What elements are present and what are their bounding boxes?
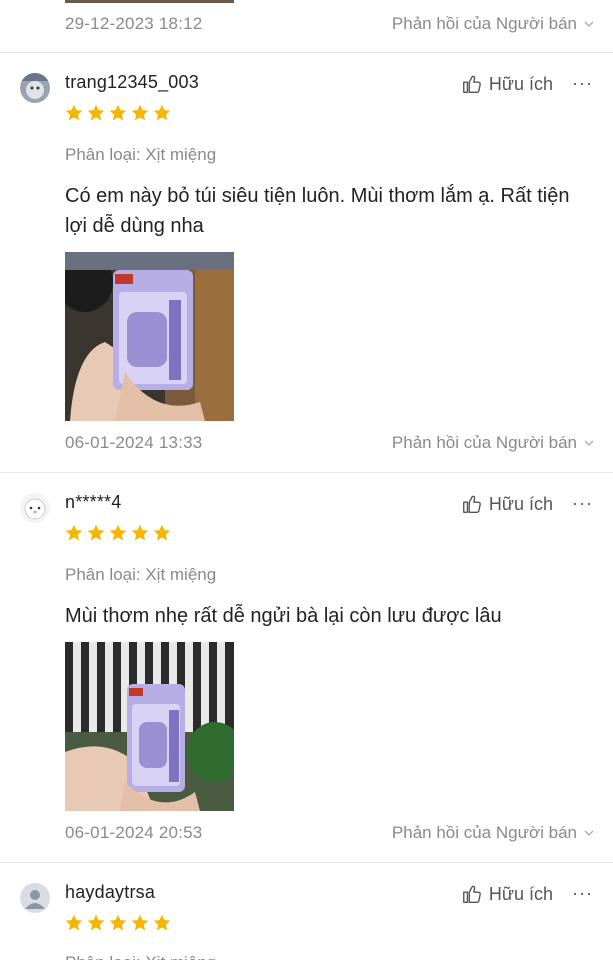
- star-icon: [153, 524, 171, 541]
- helpful-button[interactable]: Hữu ích: [461, 73, 553, 95]
- variant-label: Phân loại: Xịt miệng: [65, 953, 216, 960]
- seller-reply-label: Phản hồi của Người bán: [391, 14, 577, 33]
- seller-reply-label: Phản hồi của Người bán: [391, 433, 577, 452]
- avatar[interactable]: [20, 493, 50, 523]
- chevron-down-icon: [584, 830, 594, 836]
- review-item: haydaytrsa Hữu ích ··· Phân loại: Xịt mi…: [0, 863, 613, 960]
- previous-review-photo-edge: [65, 0, 234, 3]
- helpful-button[interactable]: Hữu ích: [461, 883, 553, 905]
- thumbs-up-icon: [462, 495, 481, 513]
- star-icon: [109, 914, 127, 931]
- helpful-label: Hữu ích: [488, 73, 553, 94]
- more-options-button[interactable]: ···: [572, 73, 593, 94]
- review-item: trang12345_003 Hữu ích ··· Phân loại: Xị…: [0, 53, 613, 473]
- review-date: 06-01-2024 13:33: [65, 433, 203, 452]
- star-rating: [64, 913, 172, 933]
- review-footer: 06-01-2024 13:33 Phản hồi của Người bán: [0, 429, 613, 459]
- star-icon: [153, 104, 171, 121]
- helpful-button[interactable]: Hữu ích: [461, 493, 553, 515]
- review-text: Có em này bỏ túi siêu tiện luôn. Mùi thơ…: [65, 185, 570, 237]
- star-icon: [65, 104, 83, 121]
- chevron-down-icon: [584, 21, 594, 27]
- avatar[interactable]: [20, 883, 50, 913]
- review-photo[interactable]: [65, 642, 234, 811]
- more-options-button[interactable]: ···: [572, 493, 593, 514]
- variant-label: Phân loại: Xịt miệng: [65, 565, 217, 584]
- chevron-down-icon: [584, 440, 594, 446]
- helpful-label: Hữu ích: [488, 493, 553, 514]
- review-date: 29-12-2023 18:12: [65, 14, 203, 33]
- star-icon: [87, 914, 105, 931]
- star-icon: [65, 914, 83, 931]
- seller-reply-toggle[interactable]: Phản hồi của Người bán: [392, 433, 595, 453]
- star-icon: [131, 524, 149, 541]
- reviewer-username: haydaytrsa: [65, 882, 156, 902]
- seller-reply-toggle[interactable]: Phản hồi của Người bán: [392, 14, 595, 34]
- star-icon: [109, 104, 127, 121]
- helpful-label: Hữu ích: [488, 883, 553, 904]
- star-icon: [131, 104, 149, 121]
- star-icon: [87, 524, 105, 541]
- seller-reply-toggle[interactable]: Phản hồi của Người bán: [392, 823, 595, 843]
- review-item: n*****4 Hữu ích ··· Phân loại: Xịt miệng…: [0, 473, 613, 863]
- more-options-button[interactable]: ···: [572, 883, 593, 904]
- review-footer: 06-01-2024 20:53 Phản hồi của Người bán: [0, 819, 613, 849]
- star-rating: [64, 523, 172, 543]
- review-photo[interactable]: [65, 252, 234, 421]
- avatar[interactable]: [20, 73, 50, 103]
- reviewer-username: trang12345_003: [65, 72, 199, 92]
- review-date: 06-01-2024 20:53: [65, 823, 203, 842]
- thumbs-up-icon: [462, 885, 481, 903]
- reviewer-username: n*****4: [65, 492, 122, 512]
- star-icon: [65, 524, 83, 541]
- seller-reply-label: Phản hồi của Người bán: [391, 823, 577, 842]
- star-rating: [64, 103, 172, 123]
- star-icon: [131, 914, 149, 931]
- variant-label: Phân loại: Xịt miệng: [65, 145, 217, 164]
- review-text: Mùi thơm nhẹ rất dễ ngửi bà lại còn lưu …: [65, 605, 502, 627]
- review-footer: 29-12-2023 18:12 Phản hồi của Người bán: [0, 10, 613, 40]
- star-icon: [153, 914, 171, 931]
- star-icon: [109, 524, 127, 541]
- thumbs-up-icon: [462, 75, 481, 93]
- star-icon: [87, 104, 105, 121]
